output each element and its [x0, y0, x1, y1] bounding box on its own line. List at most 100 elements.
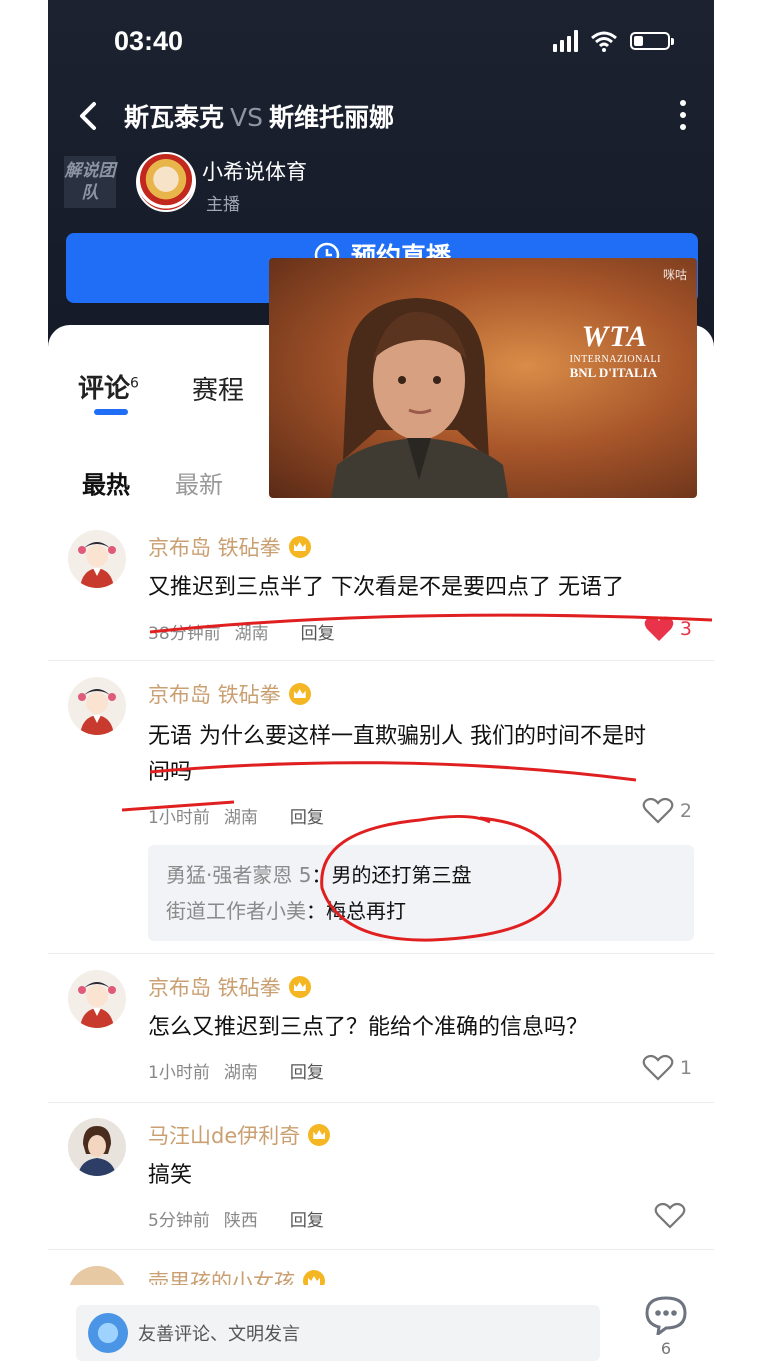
user-avatar[interactable] — [68, 677, 126, 735]
reply-thread[interactable]: 勇猛·强者蒙恩 5：男的还打第三盘 街道工作者小美：梅总再打 — [148, 845, 694, 941]
comment-region: 湖南 — [223, 808, 258, 828]
comment-meta: 38分钟前 湖南 回复 — [148, 619, 349, 644]
reply-username[interactable]: 勇猛·强者蒙恩 5 — [166, 863, 311, 887]
comment-region: 湖南 — [234, 624, 269, 644]
like-count: 1 — [679, 1057, 692, 1079]
comment-meta: 1小时前 湖南 回复 — [148, 803, 338, 828]
comment-count-badge: 6 — [130, 375, 139, 392]
comment-meta: 1小时前 湖南 回复 — [148, 1058, 338, 1083]
like-button[interactable]: 3 — [644, 615, 692, 643]
player-portrait-image — [331, 298, 509, 498]
reply-text: ：梅总再打 — [306, 899, 406, 923]
my-avatar — [88, 1313, 128, 1353]
comment-time: 1小时前 — [148, 808, 210, 828]
username-text: 京布岛 铁砧拳 — [148, 976, 281, 1000]
wifi-icon — [591, 31, 617, 52]
divider — [48, 953, 714, 954]
comment-text-line: 无语 为什么要这样一直欺骗别人 我们的时间不是时 — [148, 724, 646, 749]
reply-button[interactable]: 回复 — [290, 1211, 324, 1231]
heart-filled-icon — [644, 616, 674, 641]
active-tab-indicator — [94, 409, 128, 415]
status-time: 03:40 — [114, 26, 184, 56]
reply-button[interactable]: 回复 — [301, 624, 335, 644]
comment-region: 陕西 — [223, 1211, 258, 1231]
reply-item: 街道工作者小美：梅总再打 — [166, 893, 676, 929]
reply-button[interactable]: 回复 — [290, 808, 324, 828]
app-screen: 03:40 斯瓦泰克 VS 斯维托丽娜 解说团队 小希说体育 主播 预约直播 评… — [48, 0, 714, 1368]
comment-meta: 5分钟前 陕西 回复 — [148, 1206, 338, 1231]
divider — [48, 660, 714, 661]
like-count: 2 — [679, 800, 692, 822]
comment-username[interactable]: 京布岛 铁砧拳 — [148, 679, 311, 709]
comments-button[interactable]: 6 — [644, 1295, 688, 1358]
like-button[interactable]: 1 — [642, 1054, 692, 1082]
battery-icon — [630, 32, 674, 50]
heart-outline-icon — [642, 797, 674, 824]
username-text: 京布岛 铁砧拳 — [148, 536, 281, 560]
sort-new[interactable]: 最新 — [175, 465, 223, 500]
event-line1: INTERNAZIONALI — [569, 354, 661, 365]
anchor-avatar[interactable] — [136, 152, 196, 212]
tab-comments-label: 评论 — [78, 374, 131, 404]
anchor-role: 主播 — [206, 195, 240, 215]
comment-username[interactable]: 京布岛 铁砧拳 — [148, 972, 311, 1002]
tab-schedule[interactable]: 赛程 — [192, 370, 244, 407]
user-avatar[interactable] — [68, 970, 126, 1028]
floating-video-player[interactable]: 咪咕 WTA INTERNAZIONALI BNL D'ITALIA — [269, 258, 697, 498]
match-title: 斯瓦泰克 VS 斯维托丽娜 — [124, 98, 394, 134]
comment-username[interactable]: 马汪山de伊利奇 — [148, 1120, 331, 1150]
wta-watermark: WTA INTERNAZIONALI BNL D'ITALIA — [536, 320, 661, 381]
anchor-name[interactable]: 小希说体育 — [202, 156, 307, 186]
comment-input-placeholder: 友善评论、文明发言 — [138, 1324, 300, 1345]
comment-text: 搞笑 — [148, 1163, 193, 1188]
comment-time: 1小时前 — [148, 1063, 210, 1083]
user-avatar[interactable] — [68, 1118, 126, 1176]
comment-input[interactable]: 友善评论、文明发言 — [76, 1305, 600, 1361]
sort-hot[interactable]: 最热 — [82, 465, 130, 500]
reply-text: ：男的还打第三盘 — [311, 863, 472, 887]
heart-outline-icon — [654, 1202, 686, 1229]
comment-item: 壶里孩的小女孩 — [48, 1266, 714, 1286]
like-button[interactable]: 2 — [642, 797, 692, 825]
comment-time: 5分钟前 — [148, 1211, 210, 1231]
vip-crown-icon — [308, 1124, 331, 1146]
reply-username[interactable]: 街道工作者小美 — [166, 899, 306, 923]
username-text: 壶里孩的小女孩 — [148, 1270, 295, 1286]
user-avatar[interactable] — [68, 1266, 126, 1286]
vs-label: VS — [230, 103, 263, 132]
user-avatar[interactable] — [68, 530, 126, 588]
more-options-icon[interactable] — [680, 100, 686, 130]
away-team: 斯维托丽娜 — [269, 103, 395, 132]
chat-bubble-icon — [645, 1296, 687, 1338]
like-count: 3 — [679, 618, 692, 640]
wta-title: WTA — [581, 320, 648, 353]
comment-username[interactable]: 京布岛 铁砧拳 — [148, 532, 311, 562]
signal-icon — [553, 30, 578, 52]
comment-text: 怎么又推迟到三点了？能给个准确的信息吗？ — [148, 1015, 589, 1040]
commentary-team-label: 解说团队 — [64, 156, 116, 208]
comment-time: 38分钟前 — [148, 624, 221, 644]
vip-crown-icon — [288, 976, 311, 998]
username-text: 京布岛 铁砧拳 — [148, 683, 281, 707]
reply-button[interactable]: 回复 — [290, 1063, 324, 1083]
tab-comments[interactable]: 评论6 — [78, 368, 139, 405]
comment-text: 又推迟到三点半了 下次看是不是要四点了 无语了 — [148, 575, 624, 600]
comment-text: 无语 为什么要这样一直欺骗别人 我们的时间不是时 间吗 — [148, 719, 646, 791]
comment-username[interactable]: 壶里孩的小女孩 — [148, 1266, 325, 1286]
comment-item: 京布岛 铁砧拳 又推迟到三点半了 下次看是不是要四点了 无语了 38分钟前 湖南 回… — [48, 530, 714, 660]
vip-crown-icon — [288, 536, 311, 558]
vip-crown-icon — [303, 1270, 325, 1286]
comments-count: 6 — [660, 1339, 672, 1358]
home-team: 斯瓦泰克 — [124, 103, 225, 132]
vip-crown-icon — [288, 683, 311, 705]
comment-region: 湖南 — [223, 1063, 258, 1083]
reply-item: 勇猛·强者蒙恩 5：男的还打第三盘 — [166, 857, 676, 893]
heart-outline-icon — [642, 1054, 674, 1081]
like-button[interactable] — [654, 1202, 692, 1230]
back-arrow-icon[interactable] — [68, 96, 108, 136]
divider — [48, 1102, 714, 1103]
status-icons — [553, 30, 674, 52]
comment-input-bar: 友善评论、文明发言 6 — [48, 1285, 714, 1368]
username-text: 马汪山de伊利奇 — [148, 1124, 301, 1148]
divider — [48, 1249, 714, 1250]
